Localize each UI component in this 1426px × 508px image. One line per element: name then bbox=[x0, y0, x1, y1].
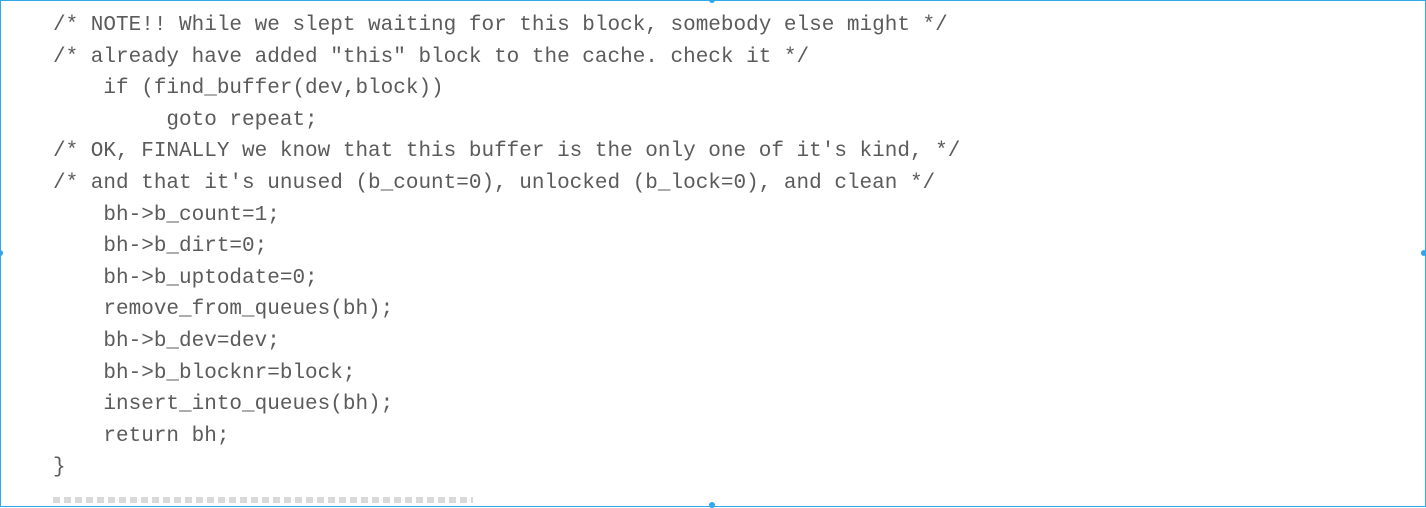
code-line: bh->b_uptodate=0; bbox=[53, 266, 318, 290]
selected-image-frame[interactable]: ) /* NOTE!! While we slept waiting for t… bbox=[0, 0, 1426, 507]
code-line: insert_into_queues(bh); bbox=[53, 393, 394, 417]
code-line: bh->b_count=1; bbox=[53, 203, 280, 227]
clipped-top-line: ) bbox=[53, 1, 129, 2]
resize-handle-right[interactable] bbox=[1421, 250, 1426, 256]
code-line: bh->b_dirt=0; bbox=[53, 235, 268, 259]
code-line: /* NOTE!! While we slept waiting for thi… bbox=[53, 14, 948, 37]
code-line: /* already have added "this" block to th… bbox=[53, 45, 810, 69]
code-line: if (find_buffer(dev,block)) bbox=[53, 77, 444, 101]
code-block: /* NOTE!! While we slept waiting for thi… bbox=[53, 10, 960, 484]
resize-handle-bottom[interactable] bbox=[709, 502, 715, 508]
code-line: return bh; bbox=[53, 424, 230, 448]
code-line: bh->b_blocknr=block; bbox=[53, 361, 356, 385]
code-line: remove_from_queues(bh); bbox=[53, 298, 394, 322]
code-line: goto repeat; bbox=[53, 108, 318, 132]
code-line: } bbox=[53, 456, 66, 480]
code-line: /* OK, FINALLY we know that this buffer … bbox=[53, 140, 961, 164]
code-line: /* and that it's unused (b_count=0), unl… bbox=[53, 171, 936, 195]
clipped-bottom-line bbox=[53, 497, 473, 503]
code-line: bh->b_dev=dev; bbox=[53, 329, 280, 353]
